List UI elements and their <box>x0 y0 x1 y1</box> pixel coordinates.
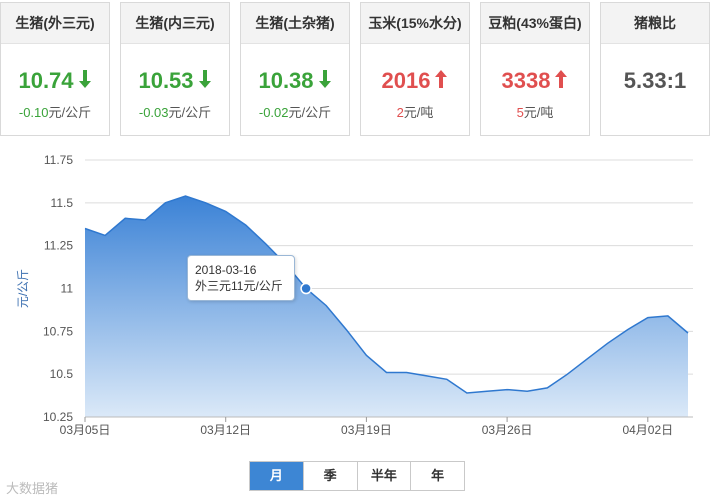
x-tick-label: 03月05日 <box>60 423 111 437</box>
y-tick-label: 10.5 <box>50 367 74 381</box>
card-change-value: 2 <box>396 105 404 120</box>
card-price-value: 10.53 <box>138 68 194 93</box>
up-arrow-icon <box>555 70 568 88</box>
card-change: 5元/吨 <box>481 102 589 121</box>
price-cards: 生猪(外三元) 10.74 -0.10元/公斤 生猪(内三元) 10.53 -0… <box>0 0 714 150</box>
tab-quarter[interactable]: 季 <box>303 462 358 490</box>
x-tick-label: 03月26日 <box>482 423 533 437</box>
watermark-text: 大数据猪 <box>6 481 59 496</box>
card-price: 3338 <box>481 68 589 94</box>
card-price-value: 10.38 <box>258 68 314 93</box>
card-price: 2016 <box>361 68 469 94</box>
y-tick-label: 11.25 <box>44 239 73 253</box>
card-price-value: 2016 <box>381 68 431 93</box>
y-tick-label: 11.5 <box>51 196 74 210</box>
x-tick-label: 04月02日 <box>622 423 673 437</box>
area-fill <box>85 196 688 417</box>
chart-tooltip: 2018-03-16 外三元11元/公斤 <box>187 255 295 301</box>
x-tick-label: 03月12日 <box>200 423 251 437</box>
price-card: 生猪(土杂猪) 10.38 -0.02元/公斤 <box>240 2 350 136</box>
y-tick-label: 10.75 <box>43 324 73 338</box>
card-change: -0.10元/公斤 <box>1 102 109 121</box>
price-card: 猪粮比 5.33:1 <box>600 2 710 136</box>
price-card: 生猪(外三元) 10.74 -0.10元/公斤 <box>0 2 110 136</box>
card-change-unit: 元/吨 <box>523 105 554 120</box>
tooltip-label: 外三元11元/公斤 <box>195 279 283 293</box>
card-price: 10.53 <box>121 68 229 94</box>
price-card: 生猪(内三元) 10.53 -0.03元/公斤 <box>120 2 230 136</box>
card-change-value: -0.02 <box>258 105 289 120</box>
tab-year[interactable]: 年 <box>411 462 464 490</box>
price-area-chart: 11.75 11.5 11.25 11 10.75 10.5 10.25 元/公斤 03月05日… <box>16 153 693 437</box>
highlight-point <box>300 282 312 295</box>
card-change-unit: 元/吨 <box>403 105 434 120</box>
y-tick-label: 11.75 <box>44 153 73 167</box>
y-tick-label: 11 <box>61 282 74 296</box>
price-card: 豆粕(43%蛋白) 3338 5元/吨 <box>480 2 590 136</box>
card-title: 猪粮比 <box>601 3 709 44</box>
down-arrow-icon <box>78 70 91 88</box>
card-title: 生猪(内三元) <box>121 3 229 44</box>
card-price: 5.33:1 <box>601 68 709 94</box>
y-tick-label: 10.25 <box>43 410 73 424</box>
card-change: -0.02元/公斤 <box>241 102 349 121</box>
card-change-unit: 元/公斤 <box>288 105 332 120</box>
tab-month[interactable]: 月 <box>250 462 304 490</box>
down-arrow-icon <box>318 70 331 88</box>
tab-half-year[interactable]: 半年 <box>357 462 412 490</box>
card-title: 豆粕(43%蛋白) <box>481 3 589 44</box>
up-arrow-icon <box>435 70 448 88</box>
card-price: 10.38 <box>241 68 349 94</box>
price-card: 玉米(15%水分) 2016 2元/吨 <box>360 2 470 136</box>
card-price: 10.74 <box>1 68 109 94</box>
card-change-value: -0.10 <box>18 105 49 120</box>
card-change-value: 5 <box>516 105 524 120</box>
card-change: -0.03元/公斤 <box>121 102 229 121</box>
range-tabs: 月 季 半年 年 <box>249 461 465 491</box>
card-price-value: 3338 <box>501 68 551 93</box>
card-title: 玉米(15%水分) <box>361 3 469 44</box>
tooltip-date: 2018-03-16 <box>195 263 257 277</box>
card-change-unit: 元/公斤 <box>168 105 212 120</box>
card-price-value: 5.33:1 <box>623 68 687 93</box>
card-price-value: 10.74 <box>18 68 74 93</box>
y-axis-label: 元/公斤 <box>16 269 30 308</box>
down-arrow-icon <box>198 70 211 88</box>
card-title: 生猪(土杂猪) <box>241 3 349 44</box>
x-tick-label: 03月19日 <box>341 423 392 437</box>
card-title: 生猪(外三元) <box>1 3 109 44</box>
watermark: 大数据猪 <box>6 478 58 497</box>
card-change-unit: 元/公斤 <box>48 105 92 120</box>
card-change: 2元/吨 <box>361 102 469 121</box>
card-change-value: -0.03 <box>138 105 169 120</box>
